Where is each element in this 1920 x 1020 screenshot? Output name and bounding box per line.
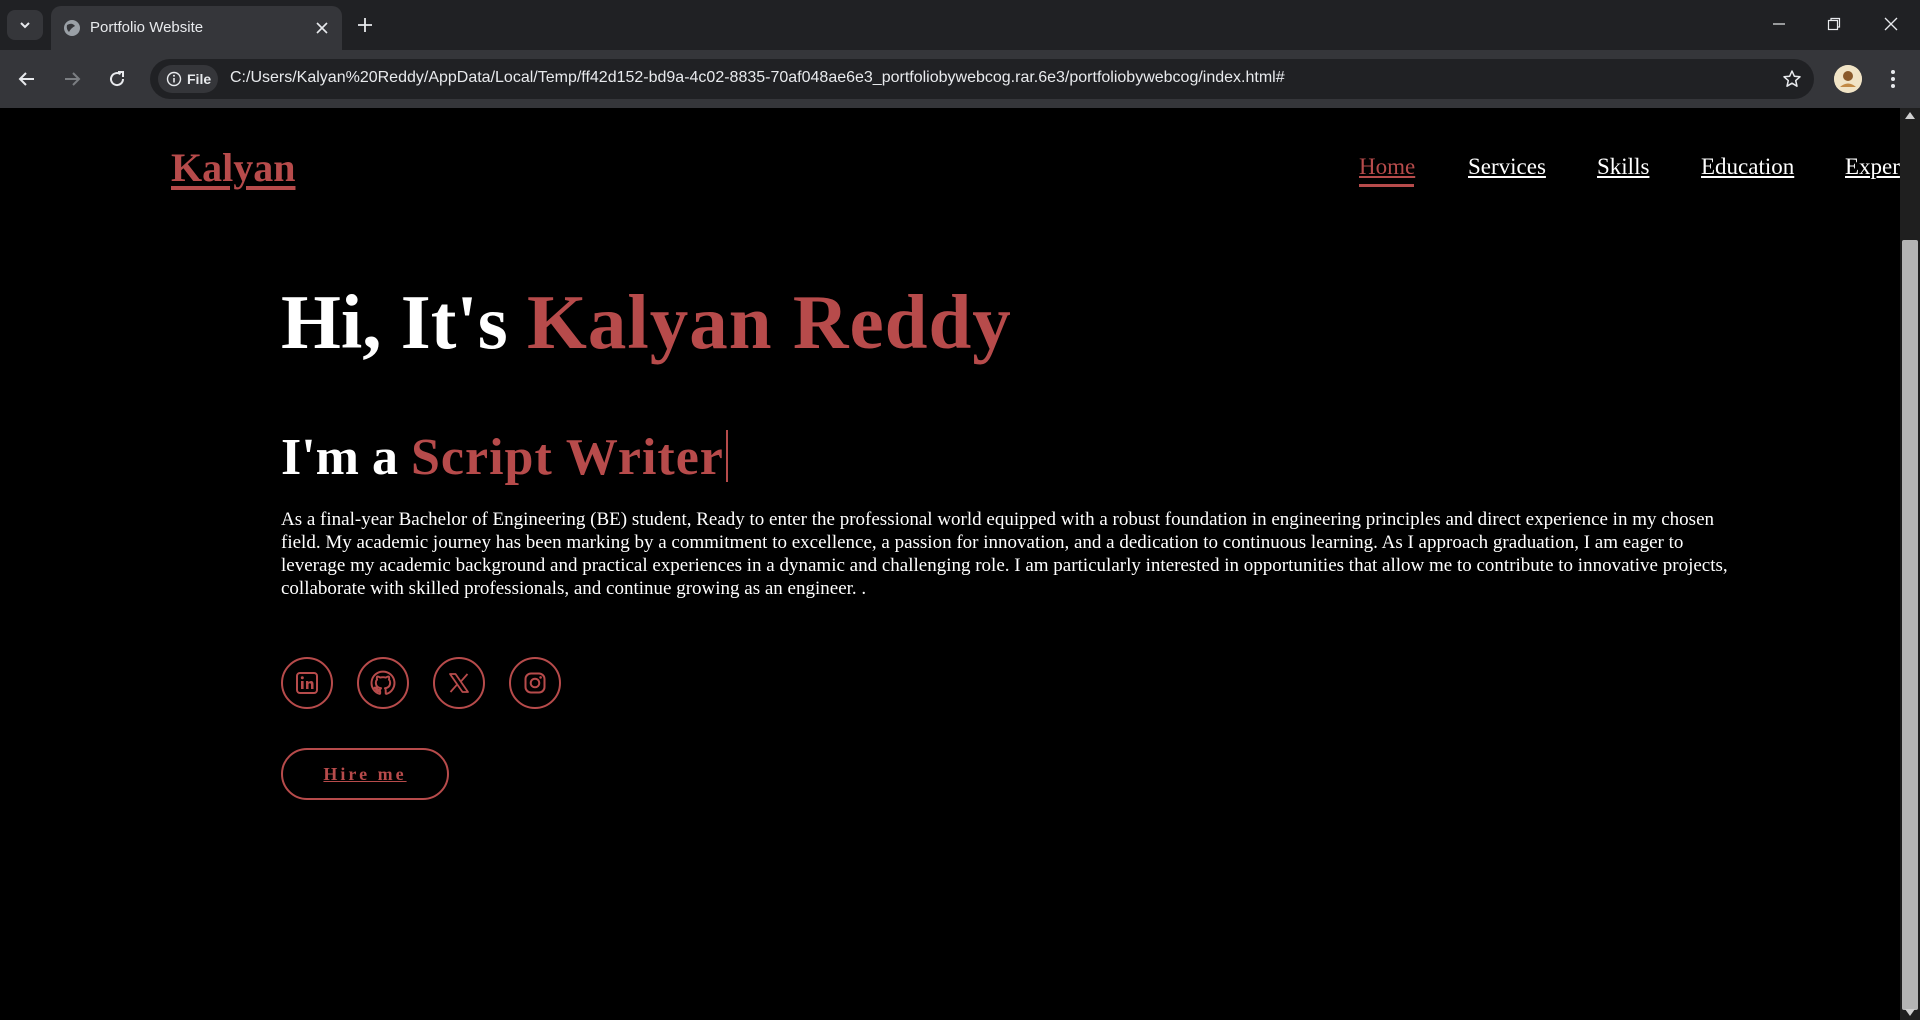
hero-heading: Hi, It's Kalyan Reddy — [281, 278, 1012, 367]
page-scrollbar[interactable] — [1900, 108, 1920, 1020]
forward-arrow-icon — [65, 72, 81, 86]
globe-icon — [64, 20, 80, 36]
url-text[interactable]: C:/Users/Kalyan%20Reddy/AppData/Local/Te… — [230, 69, 1285, 87]
tab-search-button[interactable] — [7, 10, 43, 40]
instagram-icon — [524, 672, 546, 694]
site-chip-label: File — [187, 71, 212, 87]
browser-toolbar: File C:/Users/Kalyan%20Reddy/AppData/Loc… — [0, 50, 1920, 108]
nav-skills[interactable]: Skills — [1597, 154, 1649, 180]
linkedin-link[interactable] — [281, 657, 333, 709]
back-arrow-icon — [18, 72, 34, 86]
hero-name: Kalyan Reddy — [527, 279, 1012, 365]
github-icon — [370, 670, 396, 695]
minimize-button[interactable] — [1751, 0, 1807, 48]
role-prefix: I'm a — [281, 429, 411, 486]
nav-services[interactable]: Services — [1468, 154, 1546, 180]
profile-avatar[interactable] — [1834, 65, 1862, 93]
hire-me-button[interactable]: Hire me — [281, 748, 449, 800]
typing-caret — [725, 430, 728, 482]
scroll-thumb[interactable] — [1902, 240, 1918, 1010]
hero-subheading: I'm a Script Writer — [281, 428, 728, 487]
reload-button[interactable] — [101, 63, 133, 95]
site-info-chip[interactable]: File — [158, 65, 218, 93]
site-logo[interactable]: Kalyan — [171, 144, 295, 191]
tab-title: Portfolio Website — [90, 19, 204, 36]
close-tab-icon[interactable] — [312, 18, 332, 38]
back-button[interactable] — [11, 63, 43, 95]
new-tab-button[interactable] — [352, 12, 378, 38]
x-icon — [449, 673, 469, 693]
x-twitter-link[interactable] — [433, 657, 485, 709]
nav-education[interactable]: Education — [1701, 154, 1794, 180]
github-link[interactable] — [357, 657, 409, 709]
page-viewport: Kalyan Home Services Skills Education Ex… — [0, 108, 1900, 1020]
instagram-link[interactable] — [509, 657, 561, 709]
scroll-down-arrow-icon[interactable] — [1905, 1009, 1915, 1016]
nav-experience[interactable]: Exper — [1845, 154, 1900, 180]
browser-menu-button[interactable] — [1880, 64, 1906, 94]
minimize-icon — [1773, 23, 1785, 25]
restore-icon — [1827, 17, 1841, 31]
forward-button[interactable] — [56, 63, 88, 95]
info-icon — [166, 71, 182, 87]
nav-active-indicator — [1359, 184, 1414, 187]
hero-greeting: Hi, It's — [281, 279, 528, 365]
close-icon — [1884, 17, 1898, 31]
restore-button[interactable] — [1806, 0, 1862, 48]
tab-strip: Portfolio Website — [0, 0, 1920, 50]
scroll-up-arrow-icon[interactable] — [1905, 112, 1915, 119]
browser-tab[interactable]: Portfolio Website — [51, 6, 342, 50]
reload-icon — [110, 71, 125, 87]
plus-icon — [358, 18, 372, 32]
kebab-menu-icon — [1891, 70, 1895, 88]
address-bar[interactable]: File C:/Users/Kalyan%20Reddy/AppData/Loc… — [150, 59, 1814, 99]
chevron-down-icon — [20, 22, 30, 29]
bookmark-star-icon[interactable] — [1780, 67, 1804, 91]
linkedin-icon — [296, 672, 318, 694]
hero-description: As a final-year Bachelor of Engineering … — [281, 509, 1728, 599]
avatar-icon — [1834, 65, 1862, 93]
nav-home[interactable]: Home — [1359, 154, 1415, 180]
typed-role: Script Writer — [411, 429, 724, 486]
close-window-button[interactable] — [1863, 0, 1919, 48]
